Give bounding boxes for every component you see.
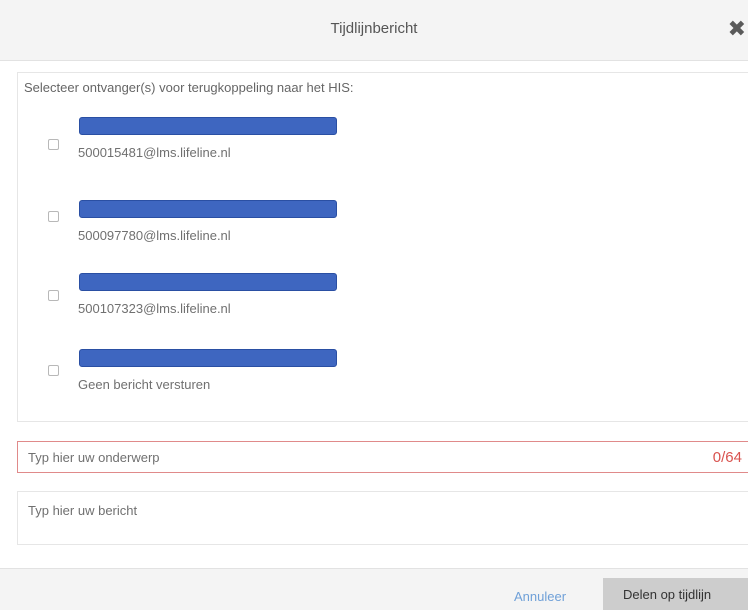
message-field xyxy=(17,491,748,545)
recipient-item: 500015481@lms.lifeline.nl xyxy=(18,117,718,167)
redacted-name xyxy=(79,273,337,291)
recipient-address: 500097780@lms.lifeline.nl xyxy=(78,228,231,243)
dialog-header: Tijdlijnbericht ✖ xyxy=(0,0,748,61)
recipient-checkbox[interactable] xyxy=(48,365,59,376)
redacted-name xyxy=(79,349,337,367)
recipient-checkbox[interactable] xyxy=(48,290,59,301)
timeline-message-dialog: Tijdlijnbericht ✖ Selecteer ontvanger(s)… xyxy=(0,0,748,610)
recipients-label: Selecteer ontvanger(s) voor terugkoppeli… xyxy=(24,80,354,95)
redacted-name xyxy=(79,117,337,135)
recipient-address: 500107323@lms.lifeline.nl xyxy=(78,301,231,316)
dialog-title: Tijdlijnbericht xyxy=(330,20,418,37)
subject-input[interactable] xyxy=(18,442,658,472)
recipient-item: 500097780@lms.lifeline.nl xyxy=(18,200,718,250)
message-input[interactable] xyxy=(18,492,738,544)
recipient-address: Geen bericht versturen xyxy=(78,377,211,392)
recipient-checkbox[interactable] xyxy=(48,211,59,222)
share-on-timeline-button[interactable]: Delen op tijdlijn xyxy=(603,578,748,610)
subject-field: 0/64 xyxy=(17,441,748,473)
dialog-footer: Annuleer Delen op tijdlijn xyxy=(0,568,748,610)
recipient-item: Geen bericht versturen xyxy=(18,349,718,399)
character-counter: 0/64 xyxy=(712,449,742,466)
recipient-address: 500015481@lms.lifeline.nl xyxy=(78,145,231,160)
recipient-checkbox[interactable] xyxy=(48,139,59,150)
cancel-link[interactable]: Annuleer xyxy=(514,589,566,604)
close-icon[interactable]: ✖ xyxy=(726,16,746,42)
recipients-panel: Selecteer ontvanger(s) voor terugkoppeli… xyxy=(17,72,748,422)
recipient-item: 500107323@lms.lifeline.nl xyxy=(18,273,718,323)
redacted-name xyxy=(79,200,337,218)
